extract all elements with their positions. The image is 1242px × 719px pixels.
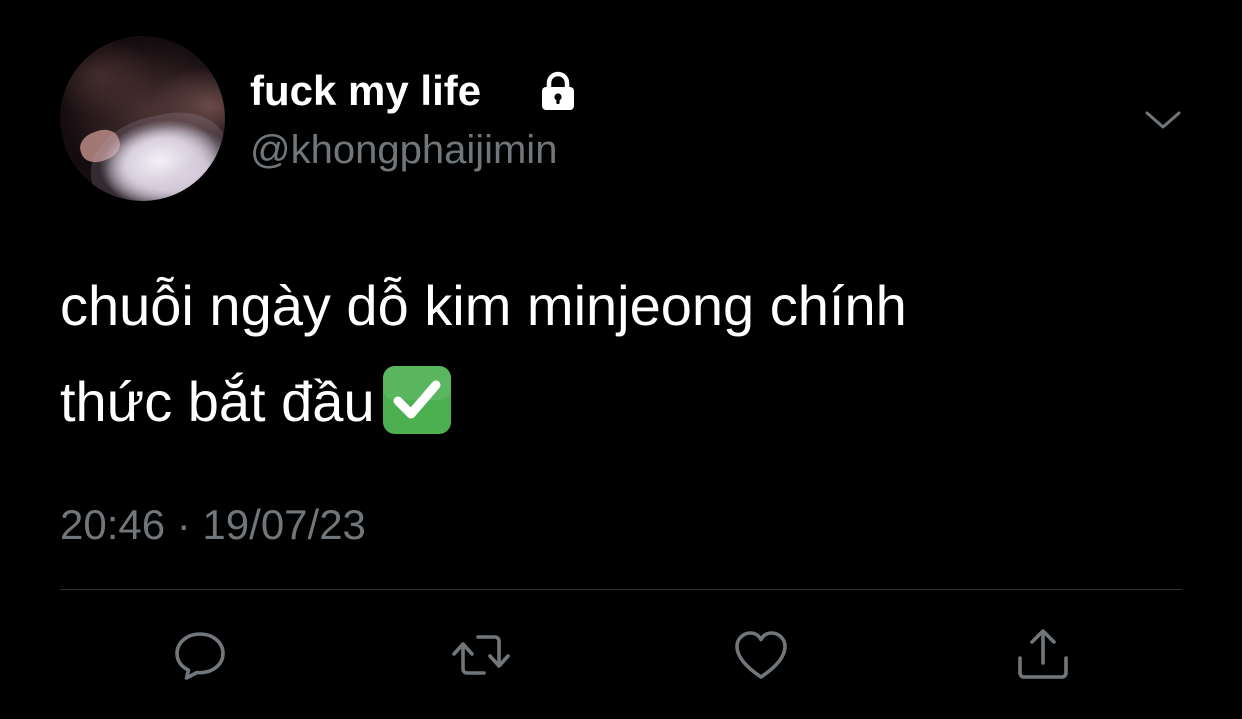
tweet-text: chuỗi ngày dỗ kim minjeong chính thức bắ… bbox=[60, 258, 1160, 450]
tweet-card: fuck my life @khongphaijimin chuỗi ngày … bbox=[0, 0, 1242, 719]
tweet-text-line-2-wrapper: thức bắt đầu bbox=[60, 354, 1160, 450]
heart-icon bbox=[735, 631, 787, 679]
reply-icon bbox=[175, 632, 225, 680]
reply-button[interactable] bbox=[170, 625, 230, 685]
tweet-text-line-1: chuỗi ngày dỗ kim minjeong chính bbox=[60, 274, 907, 337]
share-icon bbox=[1018, 629, 1068, 679]
divider bbox=[60, 589, 1182, 590]
like-button[interactable] bbox=[731, 625, 791, 685]
tweet-text-line-2: thức bắt đầu bbox=[60, 370, 375, 433]
retweet-button[interactable] bbox=[451, 625, 511, 685]
lock-icon bbox=[542, 71, 574, 110]
display-name[interactable]: fuck my life bbox=[250, 66, 481, 116]
user-handle[interactable]: @khongphaijimin bbox=[250, 125, 557, 175]
tweet-timestamp[interactable]: 20:46 · 19/07/23 bbox=[60, 498, 366, 552]
avatar[interactable] bbox=[60, 36, 225, 201]
chevron-down-icon[interactable] bbox=[1143, 100, 1183, 140]
share-button[interactable] bbox=[1013, 625, 1073, 685]
check-mark-button-emoji-icon bbox=[382, 366, 451, 435]
retweet-icon bbox=[452, 635, 510, 675]
